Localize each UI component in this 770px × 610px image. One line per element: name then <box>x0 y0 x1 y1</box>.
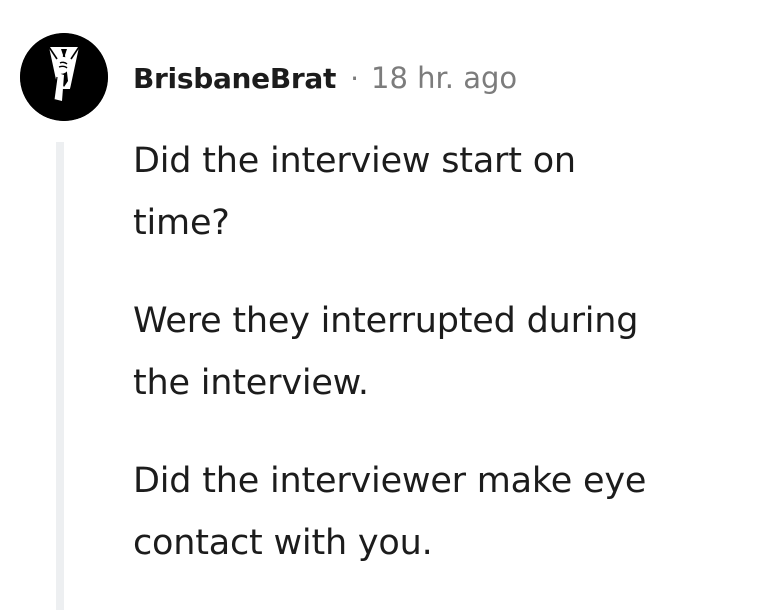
paragraph-line: time? <box>133 203 230 243</box>
paragraph-line: Did the interviewer make eye <box>133 461 647 501</box>
meta-separator: · <box>350 61 360 95</box>
paragraph-line: the interview. <box>133 363 369 403</box>
paragraph-line: Did the interview start on <box>133 141 576 181</box>
comment-body: Did the interview start on time? Were th… <box>133 130 753 610</box>
suit-and-tie-avatar-icon <box>20 33 108 121</box>
comment-paragraph: Were they interrupted during the intervi… <box>133 290 753 414</box>
comment-paragraph: Did the interview start on time? <box>133 130 753 254</box>
paragraph-line: Were they interrupted during <box>133 301 639 341</box>
comment: BrisbaneBrat · 18 hr. ago Did the interv… <box>0 0 770 610</box>
timestamp-link[interactable]: 18 hr. ago <box>371 61 517 95</box>
comment-meta: BrisbaneBrat · 18 hr. ago <box>133 56 517 100</box>
paragraph-line: contact with you. <box>133 523 433 563</box>
thread-collapse-line[interactable] <box>56 142 64 610</box>
username-link[interactable]: BrisbaneBrat <box>133 62 336 95</box>
comment-paragraph: Did the interviewer make eye contact wit… <box>133 450 753 574</box>
avatar[interactable] <box>20 33 108 121</box>
